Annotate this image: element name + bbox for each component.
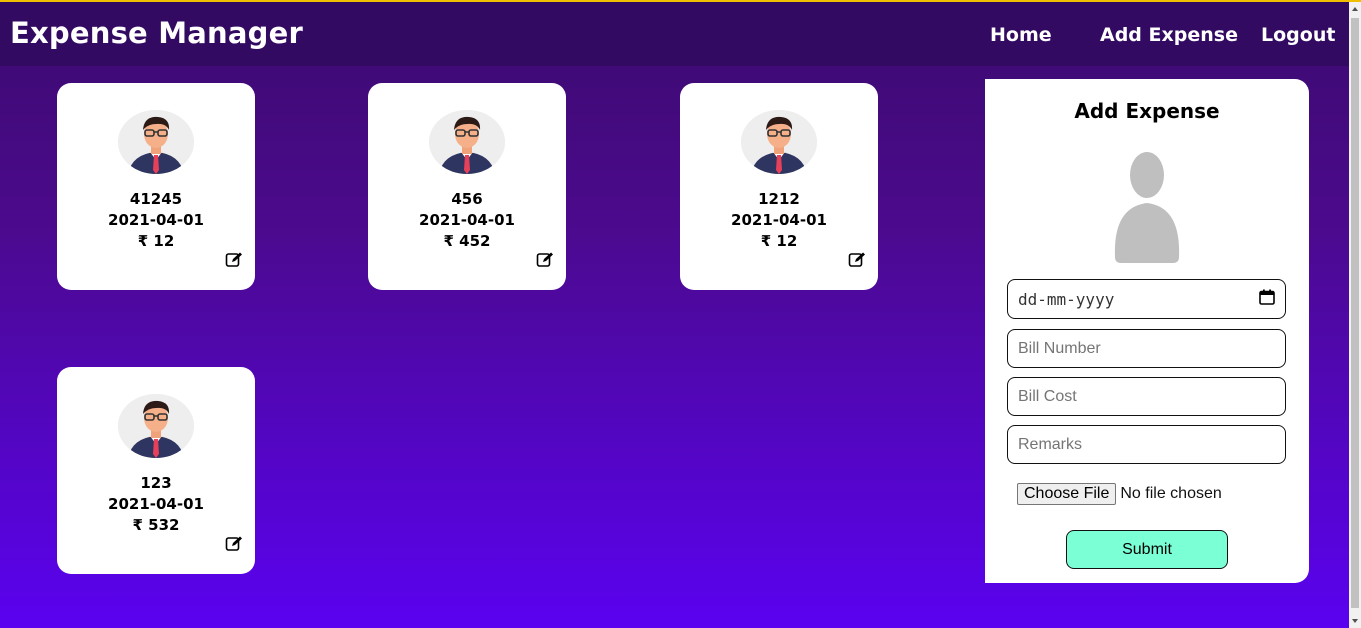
submit-button[interactable]: Submit	[1066, 530, 1228, 569]
avatar-icon	[429, 110, 505, 174]
bill-cost-input[interactable]: Bill Cost	[1007, 377, 1286, 416]
file-input[interactable]: Choose File No file chosen	[1017, 483, 1222, 505]
bill-date: 2021-04-01	[419, 211, 515, 229]
avatar-icon	[118, 110, 194, 174]
avatar-icon	[118, 394, 194, 458]
bill-date: 2021-04-01	[731, 211, 827, 229]
expense-card: 41245 2021-04-01 ₹ 12	[57, 83, 255, 290]
bill-date: 2021-04-01	[108, 211, 204, 229]
bill-number: 456	[451, 190, 483, 208]
bill-cost: ₹ 532	[132, 516, 180, 534]
brand-title[interactable]: Expense Manager	[10, 16, 303, 50]
bill-number: 123	[140, 474, 172, 492]
bill-date: 2021-04-01	[108, 495, 204, 513]
expense-card: 123 2021-04-01 ₹ 532	[57, 367, 255, 574]
nav-logout-link[interactable]: Logout	[1261, 24, 1335, 46]
scroll-down-icon[interactable]	[1352, 619, 1358, 623]
scrollbar-thumb[interactable]	[1351, 18, 1359, 608]
choose-file-button[interactable]: Choose File	[1017, 483, 1117, 505]
date-input[interactable]: dd-mm-yyyy	[1007, 279, 1286, 319]
bill-cost: ₹ 452	[443, 232, 491, 250]
navbar: Expense Manager Home Add Expense Logout	[0, 2, 1349, 66]
avatar-icon	[741, 110, 817, 174]
scroll-up-icon[interactable]	[1352, 7, 1358, 11]
edit-icon[interactable]	[536, 251, 554, 269]
form-title: Add Expense	[1074, 99, 1220, 123]
edit-icon[interactable]	[225, 251, 243, 269]
nav-add-expense-link[interactable]: Add Expense	[1100, 24, 1238, 46]
edit-icon[interactable]	[225, 535, 243, 553]
bill-number: 1212	[758, 190, 800, 208]
add-expense-form: Add Expense dd-mm-yyyy Bill Number Bill …	[985, 79, 1309, 583]
bill-cost: ₹ 12	[137, 232, 175, 250]
bill-number-input[interactable]: Bill Number	[1007, 329, 1286, 368]
date-placeholder: dd-mm-yyyy	[1018, 289, 1115, 309]
nav-home-link[interactable]: Home	[990, 24, 1052, 46]
vertical-scrollbar[interactable]	[1349, 2, 1361, 628]
file-status-text: No file chosen	[1120, 485, 1222, 502]
calendar-icon[interactable]	[1259, 289, 1275, 309]
bill-cost: ₹ 12	[760, 232, 798, 250]
bill-number: 41245	[129, 190, 183, 208]
user-placeholder-icon	[1097, 145, 1197, 267]
expense-card: 456 2021-04-01 ₹ 452	[368, 83, 566, 290]
remarks-input[interactable]: Remarks	[1007, 425, 1286, 464]
expense-card: 1212 2021-04-01 ₹ 12	[680, 83, 878, 290]
edit-icon[interactable]	[848, 251, 866, 269]
